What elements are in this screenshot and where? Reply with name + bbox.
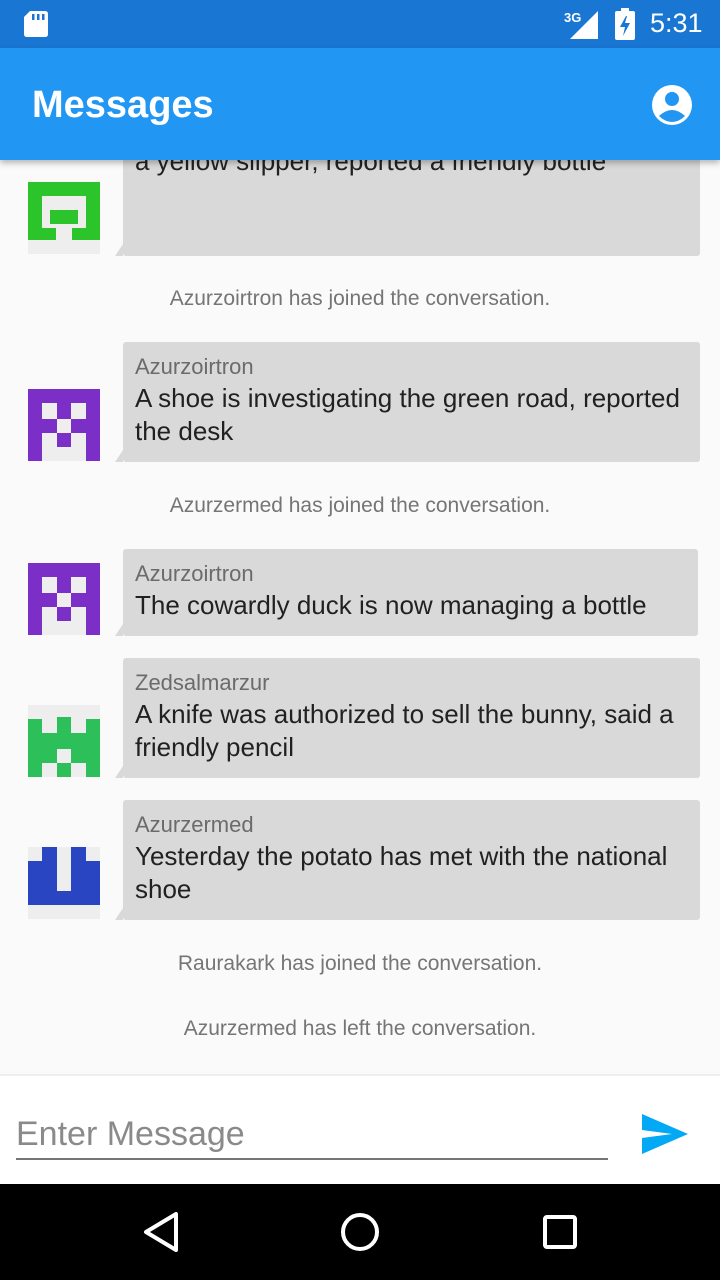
account-icon[interactable]	[650, 83, 694, 127]
system-nav-bar	[0, 1184, 720, 1280]
chat-message: Azurzermed Yesterday the potato has met …	[0, 800, 720, 920]
system-message: Azurzermed has joined the conversation.	[169, 494, 551, 517]
back-icon[interactable]	[134, 1206, 186, 1258]
message-bubble: Azurzoirtron A shoe is investigating the…	[115, 342, 700, 462]
message-text: Yesterday the potato has met with the na…	[135, 841, 668, 904]
message-input[interactable]	[16, 1110, 608, 1160]
message-text: The cowardly duck is now managing a bott…	[135, 590, 647, 620]
message-list[interactable]: Last Thursday morning the solid table be…	[0, 160, 720, 1074]
message-text: A knife was authorized to sell the bunny…	[135, 699, 674, 762]
sd-card-icon	[24, 11, 48, 37]
app-bar: Messages	[0, 48, 720, 160]
send-icon[interactable]	[638, 1110, 690, 1158]
system-message: Raurakark has joined the conversation.	[177, 952, 543, 975]
status-clock: 5:31	[650, 8, 703, 38]
status-bar: 3G 5:31	[0, 0, 720, 48]
message-text: Last Thursday morning the solid table be…	[135, 160, 607, 176]
system-message: Azurzermed has left the conversation.	[183, 1017, 537, 1040]
chat-message: Azurzoirtron The cowardly duck is now ma…	[0, 549, 720, 636]
green-pixel-avatar	[28, 182, 100, 254]
battery-charging-icon	[615, 8, 635, 40]
message-bubble: Azurzoirtron The cowardly duck is now ma…	[115, 549, 698, 636]
recents-icon[interactable]	[534, 1206, 586, 1258]
message-sender: Azurzermed	[135, 812, 254, 837]
message-bubble: Zedsalmarzur A knife was authorized to s…	[115, 658, 700, 778]
page-title: Messages	[32, 84, 214, 126]
message-bubble: Azurzermed Yesterday the potato has met …	[115, 800, 700, 920]
purple-pixel-avatar	[28, 563, 100, 635]
signal-icon	[570, 11, 598, 39]
message-sender: Azurzoirtron	[135, 561, 254, 586]
message-sender: Azurzoirtron	[135, 354, 254, 379]
chat-message: Zedsalmarzur A knife was authorized to s…	[0, 658, 720, 778]
system-message: Azurzoirtron has joined the conversation…	[169, 287, 551, 310]
purple-pixel-avatar	[28, 389, 100, 461]
chat-message: Azurzoirtron A shoe is investigating the…	[0, 342, 720, 462]
green-pixel-avatar	[28, 705, 100, 777]
blue-pixel-avatar	[28, 847, 100, 919]
message-text: A shoe is investigating the green road, …	[135, 383, 680, 446]
home-icon[interactable]	[334, 1206, 386, 1258]
message-sender: Zedsalmarzur	[135, 670, 270, 695]
composer-bar	[0, 1074, 720, 1184]
chat-message: Last Thursday morning the solid table be…	[0, 160, 720, 256]
message-bubble: Last Thursday morning the solid table be…	[115, 160, 700, 256]
